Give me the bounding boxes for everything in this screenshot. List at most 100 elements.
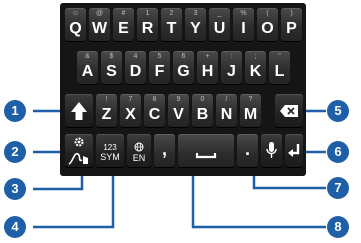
- key-p[interactable]: ) P: [281, 8, 302, 41]
- key-secondary-label: @: [95, 10, 104, 17]
- settings-handwriting-key[interactable]: [65, 134, 93, 167]
- key-v[interactable]: 9V: [168, 94, 189, 127]
- key-i[interactable]: % I: [233, 8, 254, 41]
- key-primary-label: I: [241, 20, 246, 37]
- enter-key[interactable]: [285, 134, 303, 167]
- callout-7: 7: [327, 177, 349, 199]
- key-l[interactable]: " L: [269, 51, 290, 84]
- key-primary-label: H: [201, 63, 214, 80]
- language-key[interactable]: EN: [127, 134, 151, 167]
- key-primary-label: M: [243, 106, 258, 123]
- symbol-key-sym-label: SYM: [100, 152, 120, 162]
- key-u[interactable]: _ U: [209, 8, 230, 41]
- key-secondary-label: ☺: [71, 10, 80, 17]
- key-primary-label: N: [220, 106, 233, 123]
- period-label: .: [244, 139, 250, 159]
- key-k[interactable]: ; K: [245, 51, 266, 84]
- callout-6: 6: [327, 141, 349, 163]
- key-z[interactable]: ! Z: [96, 94, 117, 127]
- space-bar-icon: [195, 153, 217, 159]
- callout-8: 8: [327, 216, 349, 238]
- key-primary-label: Q: [69, 20, 82, 37]
- key-a[interactable]: & A: [77, 51, 98, 84]
- space-key[interactable]: [178, 134, 234, 167]
- key-secondary-label: ;: [254, 53, 257, 60]
- key-secondary-label: 9: [176, 96, 181, 103]
- shift-arrow-icon: [71, 102, 87, 120]
- callout-4: 4: [4, 216, 26, 238]
- period-key[interactable]: .: [237, 134, 258, 167]
- key-w[interactable]: @ W: [89, 8, 110, 41]
- key-secondary-label: 4: [133, 53, 138, 60]
- key-primary-label: F: [154, 63, 165, 80]
- key-e[interactable]: # E: [113, 8, 134, 41]
- key-secondary-label: 2: [169, 10, 174, 17]
- key-secondary-label: %: [240, 10, 247, 17]
- key-f[interactable]: 5F: [149, 51, 170, 84]
- key-y[interactable]: 3Y: [185, 8, 206, 41]
- key-primary-label: S: [106, 63, 117, 80]
- backspace-icon: [280, 105, 298, 117]
- callout-3: 3: [4, 178, 26, 200]
- key-primary-label: G: [177, 63, 190, 80]
- key-secondary-label: 7: [128, 96, 133, 103]
- key-secondary-label: _: [217, 10, 222, 17]
- key-s[interactable]: $ S: [101, 51, 122, 84]
- key-secondary-label: ?: [248, 96, 253, 103]
- key-primary-label: V: [173, 106, 184, 123]
- key-primary-label: E: [118, 20, 129, 37]
- key-primary-label: C: [148, 106, 161, 123]
- backspace-key[interactable]: [275, 94, 303, 127]
- symbol-key-numbers-label: 123: [103, 143, 117, 152]
- key-primary-label: A: [81, 63, 94, 80]
- key-primary-label: D: [129, 63, 142, 80]
- key-secondary-label: 8: [152, 96, 157, 103]
- key-secondary-label: /: [225, 96, 228, 103]
- voice-input-key[interactable]: [261, 134, 282, 167]
- key-secondary-label: ": [278, 53, 281, 60]
- key-r[interactable]: 1R: [137, 8, 158, 41]
- callout-1: 1: [4, 100, 26, 122]
- key-n[interactable]: / N: [216, 94, 237, 127]
- key-primary-label: J: [227, 63, 236, 80]
- key-primary-label: T: [166, 20, 177, 37]
- key-secondary-label: ): [290, 10, 293, 17]
- key-d[interactable]: 4D: [125, 51, 146, 84]
- virtual-keyboard: ☺ Q @ W # E 1 R 2 T 3 Y _ U% I(O) P & A $ S 4 D 5 F 6 G + H: J; K " L! Z…: [60, 3, 306, 176]
- key-primary-label: P: [286, 20, 297, 37]
- shift-key[interactable]: [65, 94, 93, 127]
- comma-label: ,: [161, 139, 167, 159]
- key-secondary-label: (: [266, 10, 269, 17]
- key-h[interactable]: + H: [197, 51, 218, 84]
- key-g[interactable]: 6G: [173, 51, 194, 84]
- key-secondary-label: #: [121, 10, 126, 17]
- key-primary-label: X: [125, 106, 136, 123]
- symbol-key[interactable]: 123 SYM: [96, 134, 124, 167]
- key-primary-label: B: [196, 106, 209, 123]
- key-primary-label: Z: [101, 106, 112, 123]
- callout-5: 5: [327, 100, 349, 122]
- key-q[interactable]: ☺ Q: [65, 8, 86, 41]
- key-secondary-label: 3: [193, 10, 198, 17]
- key-secondary-label: :: [230, 53, 233, 60]
- key-b[interactable]: 0B: [192, 94, 213, 127]
- key-primary-label: L: [274, 63, 285, 80]
- enter-arrow-icon: [288, 144, 300, 157]
- language-label: EN: [132, 153, 146, 163]
- key-secondary-label: !: [105, 96, 108, 103]
- key-t[interactable]: 2T: [161, 8, 182, 41]
- key-secondary-label: 1: [145, 10, 150, 17]
- key-primary-label: W: [91, 20, 108, 37]
- key-o[interactable]: (O: [257, 8, 278, 41]
- key-secondary-label: $: [109, 53, 114, 60]
- key-x[interactable]: 7X: [120, 94, 141, 127]
- key-secondary-label: 6: [181, 53, 186, 60]
- key-primary-label: R: [141, 20, 154, 37]
- key-j[interactable]: :J: [221, 51, 242, 84]
- key-secondary-label: 0: [200, 96, 205, 103]
- comma-key[interactable]: ,: [154, 134, 175, 167]
- key-m[interactable]: ? M: [240, 94, 261, 127]
- key-primary-label: O: [261, 20, 274, 37]
- key-c[interactable]: 8C: [144, 94, 165, 127]
- key-secondary-label: 5: [157, 53, 162, 60]
